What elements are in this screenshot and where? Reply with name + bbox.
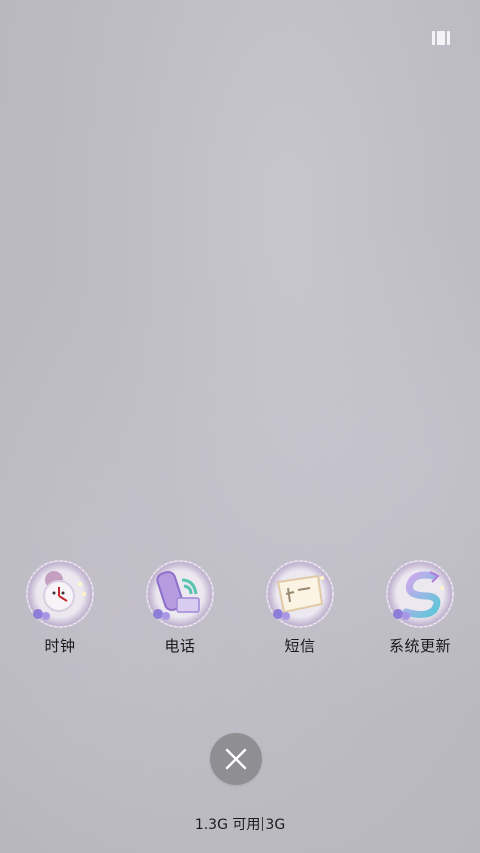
app-label-phone: 电话 (164, 637, 196, 655)
app-label-clock: 时钟 (44, 637, 76, 655)
recent-apps-row: 时钟 电话 短信 系统更新 (0, 558, 480, 656)
wallpaper-background (0, 0, 480, 853)
memory-status: 1.3G 可用 3G (0, 815, 480, 835)
close-icon (225, 748, 247, 770)
recent-app-sms[interactable]: 短信 (240, 558, 360, 656)
clear-all-button[interactable] (210, 733, 262, 785)
app-label-sms: 短信 (284, 637, 316, 655)
recent-app-phone[interactable]: 电话 (120, 558, 240, 656)
memory-available: 1.3G 可用 (194, 817, 261, 833)
memory-total: 3G (265, 817, 286, 833)
sms-icon (266, 560, 334, 628)
memory-divider (262, 817, 264, 831)
clock-icon (26, 560, 94, 628)
phone-icon (146, 560, 214, 628)
recent-app-system-update[interactable]: 系统更新 (360, 558, 480, 656)
multi-window-icon[interactable] (432, 31, 450, 45)
recent-app-clock[interactable]: 时钟 (0, 558, 120, 656)
app-label-system-update: 系统更新 (388, 637, 451, 655)
system-update-icon (386, 560, 454, 628)
